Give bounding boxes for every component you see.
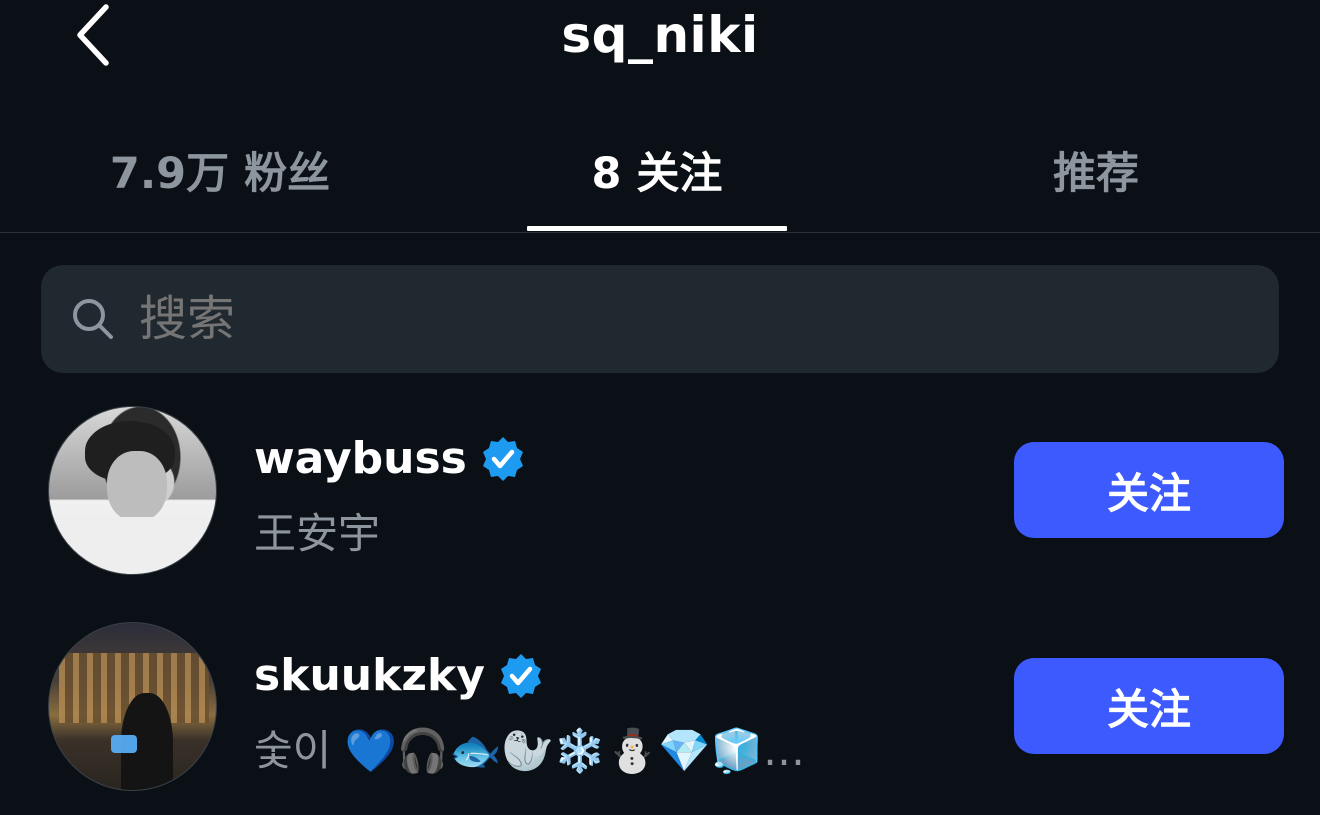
tab-following[interactable]: 8 关注 bbox=[527, 120, 787, 220]
search-bar[interactable] bbox=[41, 265, 1279, 373]
display-name: 王安宇 bbox=[254, 509, 381, 558]
search-input[interactable] bbox=[137, 290, 1041, 348]
search-icon bbox=[71, 297, 115, 341]
avatar[interactable] bbox=[48, 406, 217, 575]
username-text: waybuss bbox=[254, 433, 467, 484]
list-item[interactable]: skuukzky 숯이 💙🎧🐟🦭❄️⛄💎🧊… 关注 bbox=[0, 622, 1320, 792]
active-tab-indicator bbox=[527, 226, 787, 231]
follow-button[interactable]: 关注 bbox=[1014, 442, 1284, 538]
tab-suggested[interactable]: 推荐 bbox=[960, 120, 1232, 220]
tab-followers[interactable]: 7.9万 粉丝 bbox=[60, 120, 380, 220]
tab-bar: 7.9万 粉丝 8 关注 推荐 bbox=[0, 120, 1320, 233]
username[interactable]: waybuss bbox=[254, 433, 527, 484]
list-item[interactable]: waybuss 王安宇 关注 bbox=[0, 405, 1320, 575]
verified-badge-icon bbox=[500, 653, 541, 698]
following-screen: sq_niki 7.9万 粉丝 8 关注 推荐 waybuss bbox=[0, 0, 1320, 815]
username[interactable]: skuukzky bbox=[254, 650, 545, 701]
page-title: sq_niki bbox=[561, 6, 759, 64]
follow-button[interactable]: 关注 bbox=[1014, 658, 1284, 754]
avatar[interactable] bbox=[48, 622, 217, 791]
verified-badge-icon bbox=[482, 436, 523, 481]
bio: 숯이 💙🎧🐟🦭❄️⛄💎🧊… bbox=[254, 726, 805, 775]
username-text: skuukzky bbox=[254, 650, 485, 701]
